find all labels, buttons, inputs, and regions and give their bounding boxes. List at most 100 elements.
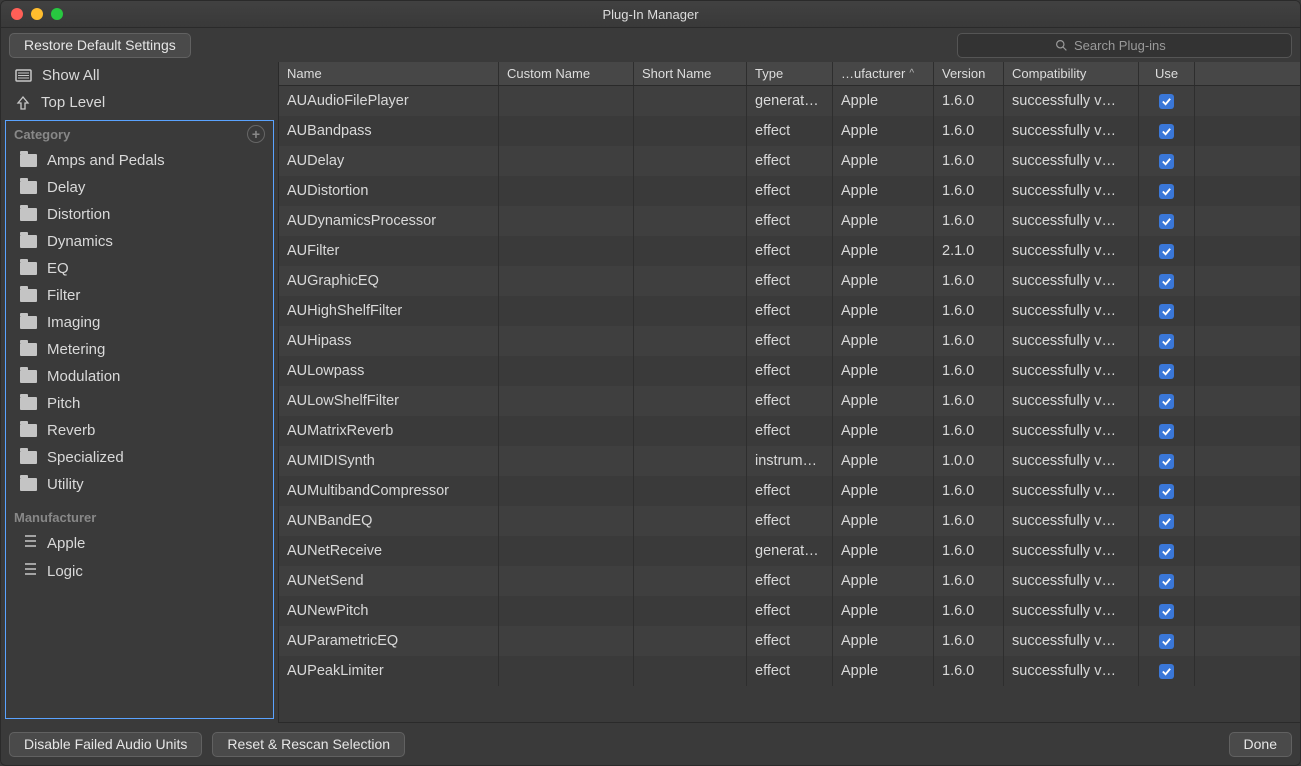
category-item[interactable]: Metering (6, 336, 273, 363)
cell-short-name[interactable] (634, 116, 747, 146)
cell-short-name[interactable] (634, 416, 747, 446)
column-header-manufacturer[interactable]: …ufacturer ^ (833, 62, 934, 85)
cell-custom-name[interactable] (499, 116, 634, 146)
category-item[interactable]: Distortion (6, 201, 273, 228)
cell-custom-name[interactable] (499, 356, 634, 386)
table-row[interactable]: AULowpasseffectApple1.6.0successfully v… (279, 356, 1300, 386)
cell-custom-name[interactable] (499, 86, 634, 116)
show-all-button[interactable]: Show All (1, 62, 278, 89)
category-item[interactable]: Pitch (6, 390, 273, 417)
cell-short-name[interactable] (634, 206, 747, 236)
cell-short-name[interactable] (634, 86, 747, 116)
category-item[interactable]: Imaging (6, 309, 273, 336)
minimize-window-button[interactable] (31, 8, 43, 20)
cell-custom-name[interactable] (499, 266, 634, 296)
column-header-type[interactable]: Type (747, 62, 833, 85)
category-item[interactable]: Dynamics (6, 228, 273, 255)
table-row[interactable]: AUNetReceivegenerat…Apple1.6.0successful… (279, 536, 1300, 566)
use-checkbox[interactable] (1159, 484, 1174, 499)
cell-short-name[interactable] (634, 146, 747, 176)
cell-custom-name[interactable] (499, 236, 634, 266)
category-item[interactable]: Delay (6, 174, 273, 201)
use-checkbox[interactable] (1159, 124, 1174, 139)
top-level-button[interactable]: Top Level (1, 89, 278, 116)
use-checkbox[interactable] (1159, 364, 1174, 379)
cell-short-name[interactable] (634, 326, 747, 356)
cell-short-name[interactable] (634, 566, 747, 596)
use-checkbox[interactable] (1159, 604, 1174, 619)
category-item[interactable]: Filter (6, 282, 273, 309)
close-window-button[interactable] (11, 8, 23, 20)
category-item[interactable]: Amps and Pedals (6, 147, 273, 174)
use-checkbox[interactable] (1159, 274, 1174, 289)
use-checkbox[interactable] (1159, 574, 1174, 589)
disable-failed-button[interactable]: Disable Failed Audio Units (9, 732, 202, 757)
done-button[interactable]: Done (1229, 732, 1292, 757)
table-body[interactable]: AUAudioFilePlayergenerat…Apple1.6.0succe… (279, 86, 1300, 723)
use-checkbox[interactable] (1159, 94, 1174, 109)
use-checkbox[interactable] (1159, 334, 1174, 349)
use-checkbox[interactable] (1159, 184, 1174, 199)
category-item[interactable]: Modulation (6, 363, 273, 390)
use-checkbox[interactable] (1159, 544, 1174, 559)
cell-short-name[interactable] (634, 356, 747, 386)
maximize-window-button[interactable] (51, 8, 63, 20)
table-row[interactable]: AUBandpasseffectApple1.6.0successfully v… (279, 116, 1300, 146)
table-row[interactable]: AUDynamicsProcessoreffectApple1.6.0succe… (279, 206, 1300, 236)
use-checkbox[interactable] (1159, 664, 1174, 679)
cell-custom-name[interactable] (499, 596, 634, 626)
category-item[interactable]: Utility (6, 471, 273, 498)
cell-short-name[interactable] (634, 266, 747, 296)
table-row[interactable]: AUPeakLimitereffectApple1.6.0successfull… (279, 656, 1300, 686)
column-header-short-name[interactable]: Short Name (634, 62, 747, 85)
cell-short-name[interactable] (634, 296, 747, 326)
cell-short-name[interactable] (634, 236, 747, 266)
manufacturer-item[interactable]: Logic (6, 557, 273, 585)
use-checkbox[interactable] (1159, 514, 1174, 529)
table-row[interactable]: AUDelayeffectApple1.6.0successfully v… (279, 146, 1300, 176)
cell-custom-name[interactable] (499, 416, 634, 446)
category-item[interactable]: Specialized (6, 444, 273, 471)
cell-custom-name[interactable] (499, 206, 634, 236)
column-header-version[interactable]: Version (934, 62, 1004, 85)
search-field[interactable] (957, 33, 1292, 58)
cell-custom-name[interactable] (499, 296, 634, 326)
cell-short-name[interactable] (634, 476, 747, 506)
cell-custom-name[interactable] (499, 536, 634, 566)
reset-rescan-button[interactable]: Reset & Rescan Selection (212, 732, 405, 757)
use-checkbox[interactable] (1159, 424, 1174, 439)
use-checkbox[interactable] (1159, 394, 1174, 409)
cell-short-name[interactable] (634, 446, 747, 476)
cell-custom-name[interactable] (499, 656, 634, 686)
category-item[interactable]: EQ (6, 255, 273, 282)
table-row[interactable]: AUGraphicEQeffectApple1.6.0successfully … (279, 266, 1300, 296)
table-row[interactable]: AUFiltereffectApple2.1.0successfully v… (279, 236, 1300, 266)
cell-custom-name[interactable] (499, 626, 634, 656)
table-row[interactable]: AULowShelfFiltereffectApple1.6.0successf… (279, 386, 1300, 416)
table-row[interactable]: AUNBandEQeffectApple1.6.0successfully v… (279, 506, 1300, 536)
cell-short-name[interactable] (634, 626, 747, 656)
cell-short-name[interactable] (634, 536, 747, 566)
category-item[interactable]: Reverb (6, 417, 273, 444)
use-checkbox[interactable] (1159, 304, 1174, 319)
use-checkbox[interactable] (1159, 244, 1174, 259)
column-header-compatibility[interactable]: Compatibility (1004, 62, 1139, 85)
cell-custom-name[interactable] (499, 386, 634, 416)
table-row[interactable]: AUNetSendeffectApple1.6.0successfully v… (279, 566, 1300, 596)
table-row[interactable]: AUMIDISynthinstrum…Apple1.0.0successfull… (279, 446, 1300, 476)
manufacturer-item[interactable]: Apple (6, 529, 273, 557)
cell-short-name[interactable] (634, 656, 747, 686)
column-header-use[interactable]: Use (1139, 62, 1195, 85)
cell-short-name[interactable] (634, 506, 747, 536)
table-row[interactable]: AUMultibandCompressoreffectApple1.6.0suc… (279, 476, 1300, 506)
add-category-button[interactable]: + (247, 125, 265, 143)
cell-short-name[interactable] (634, 596, 747, 626)
table-row[interactable]: AUAudioFilePlayergenerat…Apple1.6.0succe… (279, 86, 1300, 116)
cell-custom-name[interactable] (499, 506, 634, 536)
use-checkbox[interactable] (1159, 214, 1174, 229)
table-row[interactable]: AUNewPitcheffectApple1.6.0successfully v… (279, 596, 1300, 626)
cell-custom-name[interactable] (499, 326, 634, 356)
cell-short-name[interactable] (634, 386, 747, 416)
use-checkbox[interactable] (1159, 454, 1174, 469)
table-row[interactable]: AUHighShelfFiltereffectApple1.6.0success… (279, 296, 1300, 326)
